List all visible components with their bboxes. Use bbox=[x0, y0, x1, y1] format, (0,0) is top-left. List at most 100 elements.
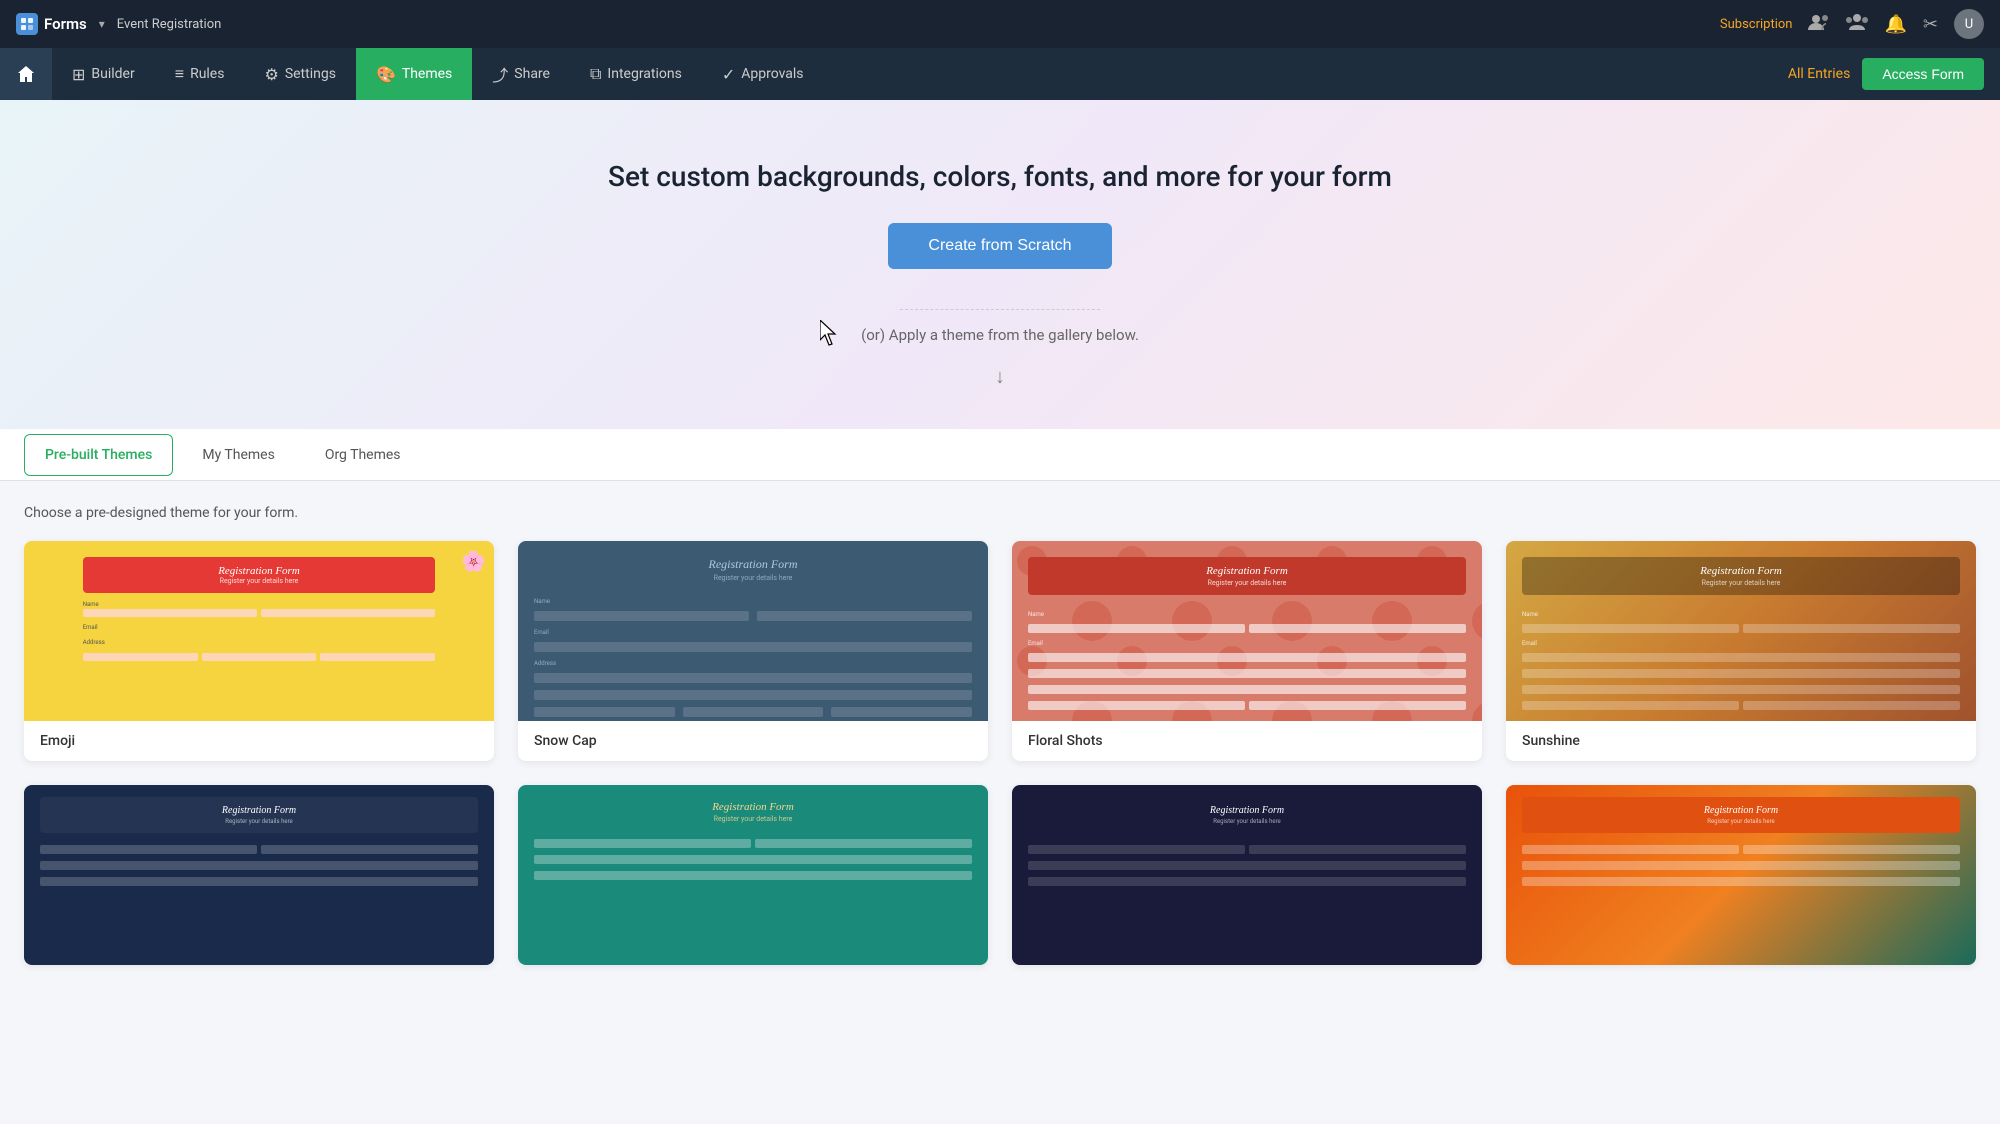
darkpurple-title: Registration Form bbox=[1036, 805, 1458, 816]
theme-preview-floral: Registration Form Register your details … bbox=[1012, 541, 1482, 721]
avatar-initial: U bbox=[1965, 17, 1973, 32]
hero-divider bbox=[900, 309, 1100, 310]
theme-tabs: Pre-built Themes My Themes Org Themes bbox=[0, 429, 2000, 481]
nav-item-themes-label: Themes bbox=[402, 66, 452, 82]
home-nav-item[interactable] bbox=[0, 48, 52, 100]
nav-right: All Entries Access Form bbox=[1772, 58, 2000, 90]
app-logo[interactable]: Forms bbox=[16, 13, 87, 35]
nav-item-integrations-label: Integrations bbox=[607, 66, 681, 82]
integrations-icon: ⧉ bbox=[590, 64, 601, 84]
darkblue-fields bbox=[24, 845, 494, 889]
logo-icon bbox=[16, 13, 38, 35]
team-icon[interactable] bbox=[1808, 13, 1830, 36]
nav-item-approvals-label: Approvals bbox=[741, 66, 803, 82]
sunshine-subtitle: Register your details here bbox=[1530, 579, 1952, 587]
tab-prebuilt[interactable]: Pre-built Themes bbox=[24, 434, 173, 476]
gallery-label: Choose a pre-designed theme for your for… bbox=[24, 505, 1976, 521]
nav-item-themes[interactable]: 🎨 Themes bbox=[356, 48, 472, 100]
theme-preview-snowcap: Registration Form Register your details … bbox=[518, 541, 988, 721]
theme-card-snowcap[interactable]: Registration Form Register your details … bbox=[518, 541, 988, 761]
teal-fields bbox=[518, 839, 988, 883]
tab-my-themes[interactable]: My Themes bbox=[181, 434, 295, 476]
theme-card-orange[interactable]: Registration Form Register your details … bbox=[1506, 785, 1976, 965]
theme-preview-sunshine: Registration Form Register your details … bbox=[1506, 541, 1976, 721]
theme-grid-row1: 🌸 Registration Form Register your detail… bbox=[24, 541, 1976, 761]
floral-subtitle: Register your details here bbox=[1036, 579, 1458, 587]
hero-section: Set custom backgrounds, colors, fonts, a… bbox=[0, 100, 2000, 429]
nav-bar: ⊞ Builder ≡ Rules ⚙ Settings 🎨 Themes ⤴ … bbox=[0, 48, 2000, 100]
theme-preview-teal: Registration Form Register your details … bbox=[518, 785, 988, 965]
tab-org-themes[interactable]: Org Themes bbox=[304, 434, 422, 476]
nav-item-integrations[interactable]: ⧉ Integrations bbox=[570, 48, 702, 100]
themes-icon: 🎨 bbox=[376, 65, 396, 84]
nav-item-approvals[interactable]: ✓ Approvals bbox=[702, 48, 824, 100]
gallery-section: Choose a pre-designed theme for your for… bbox=[0, 481, 2000, 1013]
subscription-link[interactable]: Subscription bbox=[1720, 17, 1793, 32]
teal-subtitle: Register your details here bbox=[534, 815, 972, 823]
theme-card-darkpurple[interactable]: Registration Form Register your details … bbox=[1012, 785, 1482, 965]
darkpurple-subtitle: Register your details here bbox=[1036, 818, 1458, 825]
snowcap-form-header: Registration Form Register your details … bbox=[518, 541, 988, 598]
share-icon: ⤴ bbox=[492, 62, 508, 86]
nav-item-settings[interactable]: ⚙ Settings bbox=[244, 48, 355, 100]
theme-preview-emoji: 🌸 Registration Form Register your detail… bbox=[24, 541, 494, 721]
nav-item-settings-label: Settings bbox=[285, 66, 336, 82]
floral-title: Registration Form bbox=[1036, 565, 1458, 577]
nav-item-rules[interactable]: ≡ Rules bbox=[155, 48, 245, 100]
top-bar-right: Subscription 🔔 ✂ U bbox=[1720, 9, 1984, 39]
snowcap-title: Registration Form bbox=[534, 557, 972, 572]
hero-subtitle: (or) Apply a theme from the gallery belo… bbox=[20, 326, 1980, 344]
create-from-scratch-button[interactable]: Create from Scratch bbox=[888, 223, 1111, 269]
theme-preview-darkpurple: Registration Form Register your details … bbox=[1012, 785, 1482, 965]
sunshine-fields: Name Email bbox=[1506, 611, 1976, 710]
orange-header: Registration Form Register your details … bbox=[1522, 797, 1960, 833]
nav-item-share-label: Share bbox=[514, 66, 550, 82]
user-avatar[interactable]: U bbox=[1954, 9, 1984, 39]
theme-preview-orange: Registration Form Register your details … bbox=[1506, 785, 1976, 965]
app-name: Forms bbox=[44, 15, 87, 33]
form-title-emoji: Registration Form bbox=[95, 565, 424, 577]
orange-subtitle: Register your details here bbox=[1530, 818, 1952, 825]
darkpurple-fields bbox=[1012, 845, 1482, 889]
floral-fields: Name Email bbox=[1012, 611, 1482, 710]
form-subtitle-emoji: Register your details here bbox=[95, 577, 424, 585]
theme-card-teal[interactable]: Registration Form Register your details … bbox=[518, 785, 988, 965]
nav-item-rules-label: Rules bbox=[190, 66, 224, 82]
access-form-button[interactable]: Access Form bbox=[1862, 58, 1984, 90]
snowcap-fields: Name Email Address bbox=[518, 598, 988, 717]
orange-fields bbox=[1506, 845, 1976, 889]
tool-icon[interactable]: ✂ bbox=[1923, 14, 1938, 35]
nav-item-builder-label: Builder bbox=[91, 66, 134, 82]
theme-card-darkblue[interactable]: Registration Form Register your details … bbox=[24, 785, 494, 965]
rules-icon: ≡ bbox=[175, 64, 184, 84]
nav-item-share[interactable]: ⤴ Share bbox=[472, 48, 570, 100]
theme-preview-darkblue: Registration Form Register your details … bbox=[24, 785, 494, 965]
teal-title: Registration Form bbox=[534, 801, 972, 813]
emoji-decoration: 🌸 bbox=[461, 549, 486, 573]
theme-card-emoji[interactable]: 🌸 Registration Form Register your detail… bbox=[24, 541, 494, 761]
theme-grid-row2: Registration Form Register your details … bbox=[24, 785, 1976, 965]
nav-items: ⊞ Builder ≡ Rules ⚙ Settings 🎨 Themes ⤴ … bbox=[52, 48, 1772, 100]
form-fields-emoji: Name Email Address bbox=[83, 601, 436, 661]
hero-title: Set custom backgrounds, colors, fonts, a… bbox=[20, 160, 1980, 193]
approvals-icon: ✓ bbox=[722, 65, 735, 84]
darkpurple-header: Registration Form Register your details … bbox=[1028, 797, 1466, 833]
people-icon[interactable] bbox=[1846, 13, 1868, 36]
darkblue-header: Registration Form Register your details … bbox=[40, 797, 478, 833]
orange-title: Registration Form bbox=[1530, 805, 1952, 816]
theme-card-floral[interactable]: Registration Form Register your details … bbox=[1012, 541, 1482, 761]
floral-header: Registration Form Register your details … bbox=[1028, 557, 1466, 595]
theme-name-sunshine: Sunshine bbox=[1506, 721, 1976, 761]
teal-header: Registration Form Register your details … bbox=[534, 801, 972, 823]
theme-card-sunshine[interactable]: Registration Form Register your details … bbox=[1506, 541, 1976, 761]
bell-icon[interactable]: 🔔 bbox=[1884, 14, 1906, 35]
theme-name-snowcap: Snow Cap bbox=[518, 721, 988, 761]
app-menu-chevron[interactable]: ▾ bbox=[99, 17, 105, 31]
all-entries-link[interactable]: All Entries bbox=[1788, 66, 1850, 82]
snowcap-subtitle: Register your details here bbox=[534, 574, 972, 582]
builder-icon: ⊞ bbox=[72, 65, 85, 84]
hero-arrow-icon: ↓ bbox=[20, 364, 1980, 389]
theme-name-floral: Floral Shots bbox=[1012, 721, 1482, 761]
theme-name-emoji: Emoji bbox=[24, 721, 494, 761]
nav-item-builder[interactable]: ⊞ Builder bbox=[52, 48, 155, 100]
